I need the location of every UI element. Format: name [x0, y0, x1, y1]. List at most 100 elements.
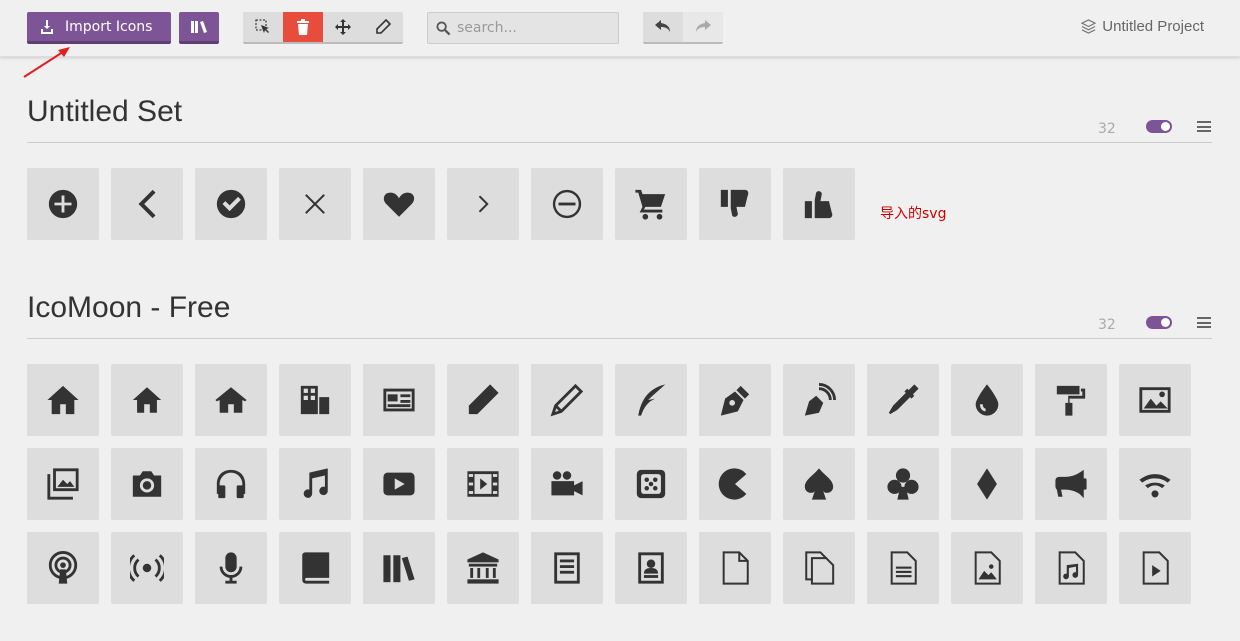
chevron-right-icon [478, 195, 489, 213]
thumbs-up-icon [804, 191, 833, 219]
icon-tile[interactable] [111, 364, 183, 436]
icon-tile[interactable] [447, 448, 519, 520]
icon-tile[interactable] [27, 532, 99, 604]
search-input[interactable] [457, 20, 607, 36]
icon-tile[interactable] [615, 168, 687, 240]
icon-tile[interactable] [195, 364, 267, 436]
move-icon [335, 19, 351, 35]
project-name: Untitled Project [1102, 18, 1204, 35]
icon-tile[interactable] [363, 364, 435, 436]
newspaper-icon [383, 388, 415, 412]
chevron-left-icon [138, 189, 156, 219]
icon-tile[interactable] [279, 364, 351, 436]
icon-tile[interactable] [27, 168, 99, 240]
icon-tile[interactable] [531, 168, 603, 240]
set-title[interactable]: IcoMoon - Free [27, 291, 230, 325]
icon-tile[interactable] [447, 532, 519, 604]
icon-tile[interactable] [531, 364, 603, 436]
icon-tile[interactable] [111, 448, 183, 520]
icon-tile[interactable] [1119, 448, 1191, 520]
icon-tile[interactable] [111, 532, 183, 604]
video-camera-icon [551, 471, 583, 496]
icon-tile[interactable] [1035, 532, 1107, 604]
set-menu-icon[interactable] [1197, 121, 1211, 132]
icon-tile[interactable] [783, 364, 855, 436]
icon-tile[interactable] [1035, 448, 1107, 520]
home2-icon [132, 387, 162, 413]
icon-tile[interactable] [363, 448, 435, 520]
icon-tile[interactable] [615, 532, 687, 604]
icon-tile[interactable] [195, 448, 267, 520]
library-icon [467, 552, 499, 584]
library-button[interactable] [179, 12, 219, 44]
icon-tile[interactable] [783, 448, 855, 520]
set-icon-count: 32 [1098, 317, 1116, 333]
icon-tile[interactable] [783, 532, 855, 604]
set-visibility-toggle[interactable] [1146, 120, 1172, 133]
home-icon [47, 385, 79, 415]
import-icons-label: Import Icons [65, 18, 153, 35]
icon-tile[interactable] [27, 448, 99, 520]
bullhorn-icon [1055, 469, 1087, 499]
icon-tile[interactable] [531, 448, 603, 520]
icon-tile[interactable] [951, 364, 1023, 436]
search-box[interactable] [427, 12, 619, 44]
icon-tile[interactable] [279, 448, 351, 520]
trash-icon [297, 19, 309, 35]
icon-tile[interactable] [195, 168, 267, 240]
icon-tile[interactable] [867, 364, 939, 436]
set-visibility-toggle[interactable] [1146, 316, 1172, 329]
icon-tile[interactable] [699, 448, 771, 520]
annotation-arrow-icon [23, 47, 70, 78]
icon-tile[interactable] [279, 532, 351, 604]
icon-tile[interactable] [447, 168, 519, 240]
file-music-icon [1058, 551, 1085, 585]
delete-tool-button[interactable] [283, 12, 323, 42]
icon-tile[interactable] [699, 364, 771, 436]
icon-tile[interactable] [1119, 364, 1191, 436]
icon-tile[interactable] [867, 448, 939, 520]
paint-format-icon [1056, 385, 1086, 416]
icon-tile[interactable] [699, 168, 771, 240]
icon-tile[interactable] [1119, 532, 1191, 604]
library-icon [191, 20, 207, 33]
books-icon [383, 555, 415, 583]
redo-button[interactable] [683, 12, 723, 42]
move-tool-button[interactable] [323, 12, 363, 42]
imported-svg-note: 导入的svg [880, 206, 947, 222]
icon-tile[interactable] [951, 532, 1023, 604]
set-menu-icon[interactable] [1197, 317, 1211, 328]
icon-tile[interactable] [111, 168, 183, 240]
icon-tile[interactable] [363, 168, 435, 240]
icon-tile[interactable] [699, 532, 771, 604]
icon-tile[interactable] [279, 168, 351, 240]
home3-icon [215, 387, 247, 413]
thumbs-down-icon [720, 189, 749, 217]
edit-tools [243, 12, 403, 44]
icon-tile[interactable] [783, 168, 855, 240]
edit-tool-button[interactable] [363, 12, 403, 42]
icon-tile[interactable] [531, 532, 603, 604]
select-tool-button[interactable] [243, 12, 283, 42]
icon-tile[interactable] [867, 532, 939, 604]
icon-tile[interactable] [1035, 364, 1107, 436]
minus-circle-icon [552, 189, 582, 219]
import-icons-button[interactable]: Import Icons [27, 12, 171, 44]
pencil2-icon [550, 383, 584, 417]
top-toolbar: Import Icons Untitled Project [0, 0, 1240, 57]
icon-tile[interactable] [195, 532, 267, 604]
icon-tile[interactable] [447, 364, 519, 436]
icon-tile[interactable] [363, 532, 435, 604]
cart-icon [635, 189, 666, 220]
set-title[interactable]: Untitled Set [27, 95, 182, 129]
icon-tile[interactable] [615, 448, 687, 520]
clubs-icon [887, 468, 919, 500]
set-divider [27, 338, 1212, 339]
undo-button[interactable] [643, 12, 683, 42]
project-selector[interactable]: Untitled Project [1081, 18, 1204, 35]
icon-tile[interactable] [951, 448, 1023, 520]
icon-tile[interactable] [615, 364, 687, 436]
profile-icon [638, 552, 664, 584]
icon-tile[interactable] [27, 364, 99, 436]
film-icon [467, 471, 499, 497]
